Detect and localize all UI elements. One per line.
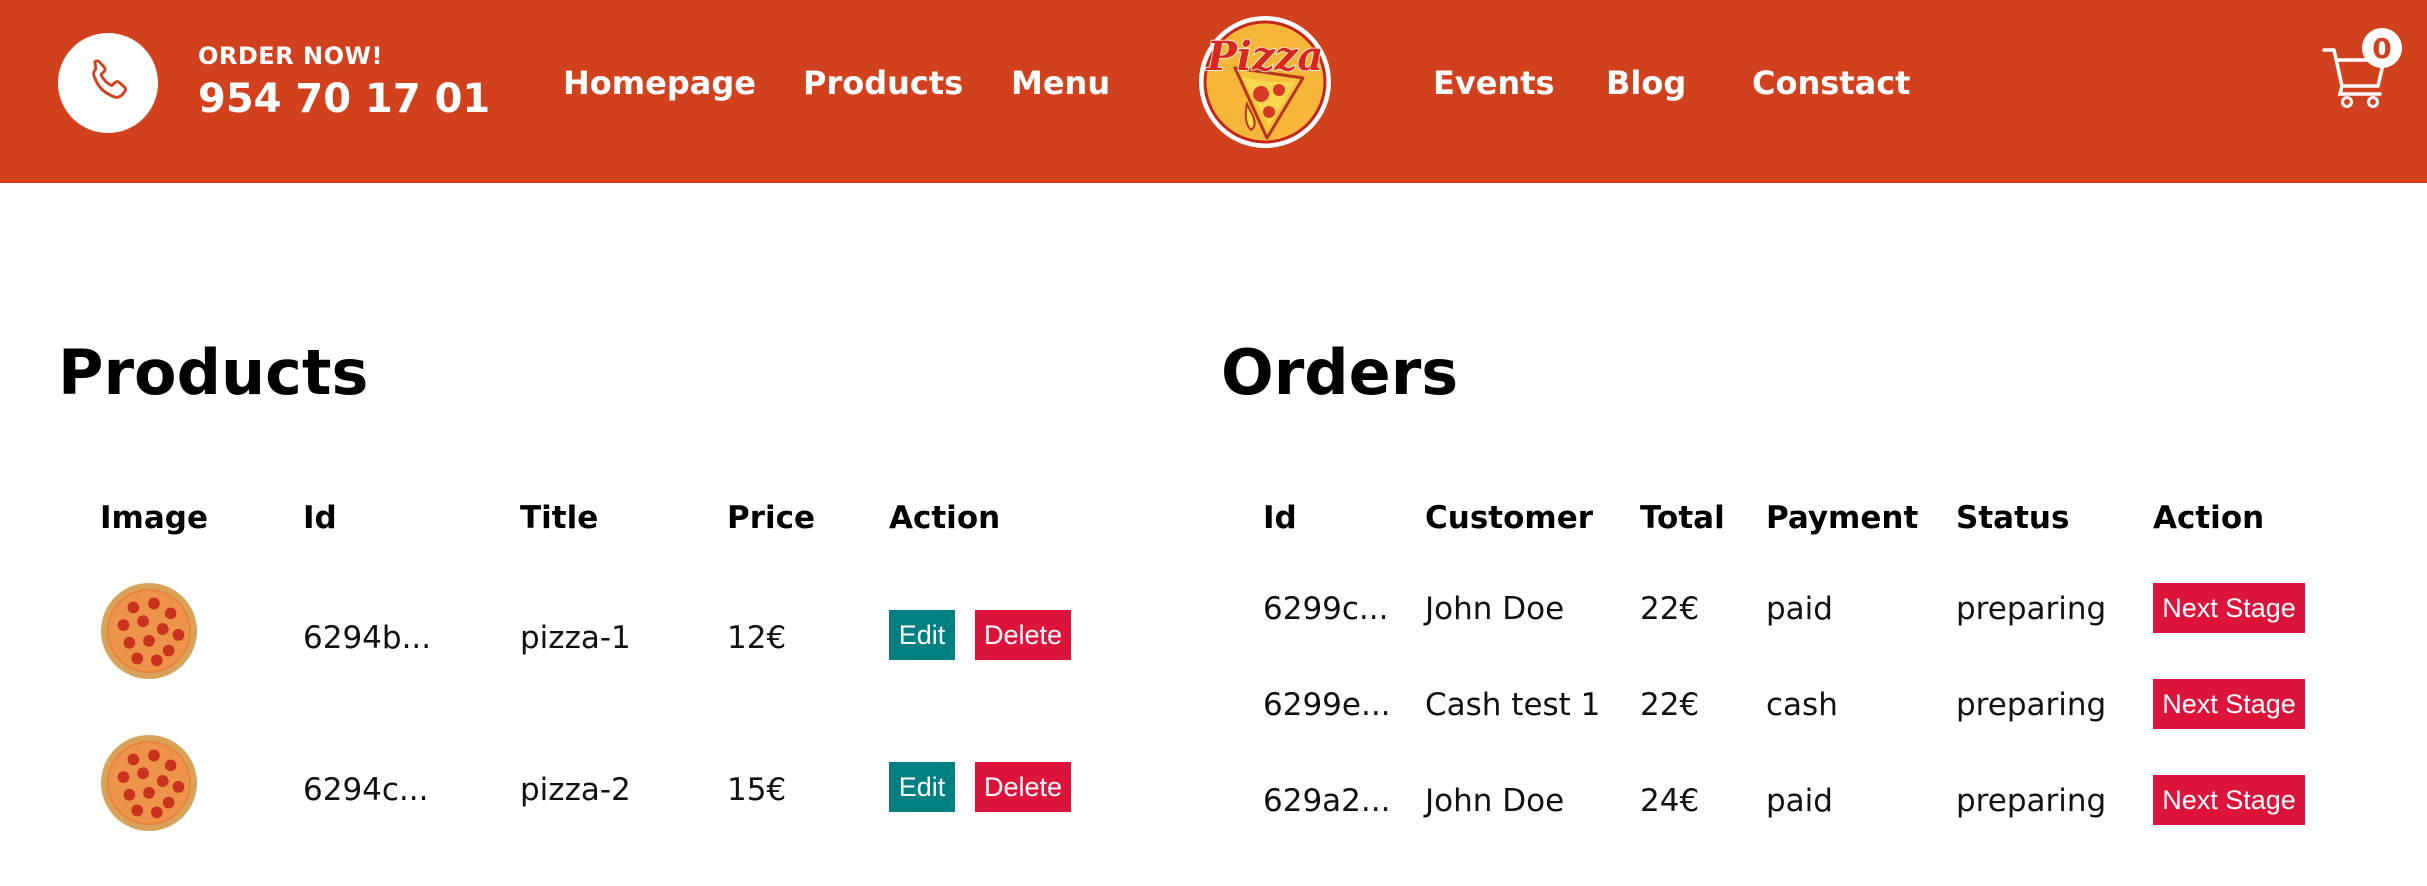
products-col-title: Title — [520, 500, 599, 536]
product-title: pizza-1 — [520, 620, 631, 656]
order-status: preparing — [1956, 783, 2107, 819]
products-col-image: Image — [100, 500, 208, 536]
product-id: 6294b... — [303, 620, 432, 656]
logo-text: Pizza — [1206, 33, 1324, 80]
product-image — [100, 582, 198, 680]
nav-link-contact[interactable]: Constact — [1752, 64, 1910, 102]
order-customer: John Doe — [1425, 591, 1565, 627]
product-price: 12€ — [727, 620, 787, 656]
orders-col-customer: Customer — [1425, 500, 1594, 536]
order-customer: Cash test 1 — [1425, 687, 1601, 723]
orders-col-total: Total — [1640, 500, 1725, 536]
products-col-price: Price — [727, 500, 816, 536]
order-total: 22€ — [1640, 687, 1700, 723]
order-payment: paid — [1766, 591, 1833, 627]
delete-button[interactable]: Delete — [975, 610, 1071, 660]
nav-link-homepage[interactable]: Homepage — [563, 64, 756, 102]
order-payment: paid — [1766, 783, 1833, 819]
order-payment: cash — [1766, 687, 1838, 723]
order-status: preparing — [1956, 687, 2107, 723]
pizza-logo[interactable]: Pizza — [1195, 8, 1335, 158]
nav-link-products[interactable]: Products — [803, 64, 963, 102]
next-stage-button[interactable]: Next Stage — [2153, 679, 2305, 729]
products-col-id: Id — [303, 500, 337, 536]
product-id: 6294c... — [303, 772, 429, 808]
delete-button[interactable]: Delete — [975, 762, 1071, 812]
edit-button[interactable]: Edit — [889, 762, 955, 812]
order-status: preparing — [1956, 591, 2107, 627]
phone-number: 954 70 17 01 — [198, 76, 491, 122]
product-price: 15€ — [727, 772, 787, 808]
cart-count-badge: 0 — [2362, 28, 2402, 68]
orders-col-payment: Payment — [1766, 500, 1919, 536]
products-title: Products — [58, 336, 369, 409]
edit-button[interactable]: Edit — [889, 610, 955, 660]
product-image — [100, 734, 198, 832]
orders-col-status: Status — [1956, 500, 2070, 536]
orders-title: Orders — [1221, 336, 1459, 409]
order-id: 6299c... — [1263, 591, 1389, 627]
order-total: 24€ — [1640, 783, 1700, 819]
products-col-action: Action — [889, 500, 1001, 536]
order-id: 629a2... — [1263, 783, 1391, 819]
order-customer: John Doe — [1425, 783, 1565, 819]
product-title: pizza-2 — [520, 772, 631, 808]
nav-link-events[interactable]: Events — [1433, 64, 1555, 102]
nav-link-menu[interactable]: Menu — [1011, 64, 1110, 102]
next-stage-button[interactable]: Next Stage — [2153, 583, 2305, 633]
orders-col-id: Id — [1263, 500, 1297, 536]
next-stage-button[interactable]: Next Stage — [2153, 775, 2305, 825]
nav-link-blog[interactable]: Blog — [1606, 64, 1686, 102]
order-now-label: ORDER NOW! — [198, 42, 383, 70]
site-header: ORDER NOW! 954 70 17 01 Homepage Product… — [0, 0, 2427, 183]
order-id: 6299e... — [1263, 687, 1391, 723]
order-total: 22€ — [1640, 591, 1700, 627]
phone-icon — [92, 59, 128, 99]
phone-button[interactable] — [58, 33, 158, 133]
orders-col-action: Action — [2153, 500, 2265, 536]
